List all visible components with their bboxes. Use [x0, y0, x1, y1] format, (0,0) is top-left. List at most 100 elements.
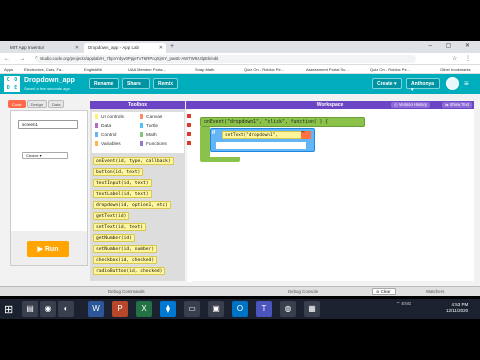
- bookmark[interactable]: Apps: [4, 67, 13, 72]
- firefox-icon[interactable]: ◍: [280, 301, 296, 317]
- account-menu-button[interactable]: Anthonya ▾: [406, 78, 440, 93]
- toolbox-block-checkbox[interactable]: checkbox(id, checked): [93, 256, 158, 264]
- bookmark[interactable]: UAA Member Porta...: [128, 67, 166, 72]
- bookmark[interactable]: Electronics, Cars, Fa...: [24, 67, 64, 72]
- hamburger-menu-icon[interactable]: ≡: [464, 79, 469, 88]
- category-math[interactable]: Math: [140, 132, 157, 138]
- store-icon[interactable]: ▦: [304, 301, 320, 317]
- bookmarks-bar: Apps Electronics, Cars, Fa... EnglishBit…: [0, 65, 480, 74]
- tab-design[interactable]: Design: [26, 100, 48, 108]
- photos-icon[interactable]: ▣: [208, 301, 224, 317]
- toolbox-block-textlabel[interactable]: textLabel(id, text): [93, 190, 152, 198]
- app-header: C O D E Dropdown_app Saved a few seconds…: [0, 74, 480, 94]
- workspace-header: Workspace ◷ Version History ⇆ Show Text: [186, 101, 474, 109]
- teams-icon[interactable]: T: [256, 301, 272, 317]
- toolbox-block-button[interactable]: button(id, text): [93, 168, 144, 176]
- notes-icon[interactable]: ▭: [184, 301, 200, 317]
- excel-icon[interactable]: X: [136, 301, 152, 317]
- bookmark[interactable]: EnglishBit: [84, 67, 102, 72]
- category-control[interactable]: Control: [95, 132, 116, 138]
- settext-block[interactable]: setText("dropdown1",: [222, 131, 302, 139]
- bookmark[interactable]: Quiz On - Roblox Pe...: [370, 67, 410, 72]
- powerpoint-icon[interactable]: P: [112, 301, 128, 317]
- if-block-slot: [216, 142, 306, 149]
- language-indicator: ENG: [401, 301, 412, 306]
- category-color-swatch: [95, 141, 98, 146]
- category-color-swatch: [95, 114, 98, 119]
- chrome-icon[interactable]: ◉: [40, 301, 56, 317]
- category-data[interactable]: Data: [95, 123, 111, 129]
- category-ui-controls[interactable]: UI controls: [95, 114, 124, 120]
- url-input[interactable]: studio.code.org/projects/applab/H_7bpnYd…: [36, 55, 416, 63]
- category-color-swatch: [95, 132, 98, 137]
- word-icon[interactable]: W: [88, 301, 104, 317]
- taskbar-clock[interactable]: 4:53 PM 12/11/2020: [446, 302, 468, 314]
- category-functions[interactable]: Functions: [140, 141, 167, 147]
- bookmark[interactable]: Other bookmarks: [440, 67, 471, 72]
- tab-title: Dropdown_app - App Lab: [88, 45, 140, 50]
- windows-start-icon[interactable]: ⊞: [4, 303, 13, 316]
- onevent-block[interactable]: onEvent("dropdown1", "click", function( …: [200, 117, 365, 127]
- category-label: Functions: [146, 141, 167, 147]
- tab-data[interactable]: Data: [48, 100, 65, 108]
- category-label: Math: [146, 132, 157, 138]
- bookmark[interactable]: Assessment Portal Su...: [306, 67, 349, 72]
- rename-button[interactable]: Rename: [89, 78, 119, 89]
- create-menu-button[interactable]: Create ▾: [372, 78, 402, 89]
- edge-icon[interactable]: ◐: [58, 301, 74, 317]
- vscode-icon[interactable]: ⧫: [160, 301, 176, 317]
- browser-tab-app-inventor[interactable]: MIT App Inventor ✕: [6, 43, 82, 53]
- watchers-label[interactable]: Watchers: [426, 289, 444, 294]
- category-label: Control: [101, 132, 117, 138]
- toolbox-block-radiobutton[interactable]: radioButton(id, checked): [93, 267, 166, 275]
- close-tab-icon[interactable]: ✕: [159, 45, 163, 51]
- close-tab-icon[interactable]: ✕: [75, 45, 79, 51]
- clear-console-button[interactable]: ⊘ Clear: [372, 288, 396, 295]
- toolbox-block-dropdown[interactable]: dropdown(id, option1, etc): [93, 201, 171, 209]
- run-button[interactable]: ▶ Run: [27, 241, 69, 257]
- new-tab-button[interactable]: +: [170, 43, 174, 50]
- show-text-button[interactable]: ⇆ Show Text: [442, 102, 472, 108]
- category-strip-marker: [187, 123, 191, 127]
- toolbox-block-getnumber[interactable]: getNumber(id): [93, 234, 135, 242]
- share-button[interactable]: Share: [122, 78, 150, 89]
- screen-selector-dropdown[interactable]: screen1: [18, 120, 78, 129]
- toolbox-block-settext[interactable]: setText(id, text): [93, 223, 147, 231]
- debug-console-label[interactable]: Debug Console: [288, 289, 318, 294]
- toolbox-block-textinput[interactable]: textInput(id, text): [93, 179, 152, 187]
- onevent-block-footer: [200, 157, 240, 162]
- file-explorer-icon[interactable]: ▤: [22, 301, 38, 317]
- if-block-label: if: [212, 130, 216, 136]
- remix-button[interactable]: Remix: [153, 78, 178, 89]
- string-argument-block[interactable]: "": [301, 131, 311, 139]
- clear-label: Clear: [380, 289, 391, 294]
- category-label: UI controls: [101, 114, 124, 120]
- app-dropdown-element[interactable]: Choice ▾: [22, 152, 68, 159]
- tab-code[interactable]: Code: [8, 100, 26, 108]
- bookmark[interactable]: Snap Math: [195, 67, 214, 72]
- avatar[interactable]: [446, 77, 459, 90]
- category-label: Turtle: [146, 123, 159, 129]
- debug-commands-label[interactable]: Debug Commands: [108, 289, 145, 294]
- category-color-swatch: [140, 132, 143, 137]
- code-org-logo[interactable]: C O D E: [4, 76, 20, 92]
- extension-icons[interactable]: ☆ ⋮: [452, 55, 474, 62]
- category-canvas[interactable]: Canvas: [140, 114, 162, 120]
- browser-tab-applab[interactable]: Dropdown_app - App Lab ✕: [84, 43, 166, 53]
- toolbox-block-onevent[interactable]: onEvent(id, type, callback): [93, 157, 174, 165]
- toolbox-block-setnumber[interactable]: setNumber(id, number): [93, 245, 158, 253]
- bookmark[interactable]: Quiz On - Roblox Pe...: [244, 67, 284, 72]
- outlook-icon[interactable]: O: [232, 301, 248, 317]
- system-tray[interactable]: ⌔ ENG: [396, 301, 426, 307]
- mode-tabs: Code Design Data: [8, 100, 65, 108]
- address-bar-row: ← → ⟳ studio.code.org/projects/applab/H_…: [0, 53, 480, 65]
- window-controls[interactable]: – ▢ ✕: [429, 42, 476, 49]
- toolbox-block-gettext[interactable]: getText(id): [93, 212, 130, 220]
- logo-letter: C: [6, 77, 10, 83]
- category-variables[interactable]: Variables: [95, 141, 121, 147]
- clock-date: 12/11/2020: [446, 308, 469, 313]
- screen-selector-value: screen1: [22, 122, 39, 127]
- toolbox-header: Toolbox: [90, 101, 185, 109]
- version-history-button[interactable]: ◷ Version History: [391, 102, 430, 108]
- category-turtle[interactable]: Turtle: [140, 123, 158, 129]
